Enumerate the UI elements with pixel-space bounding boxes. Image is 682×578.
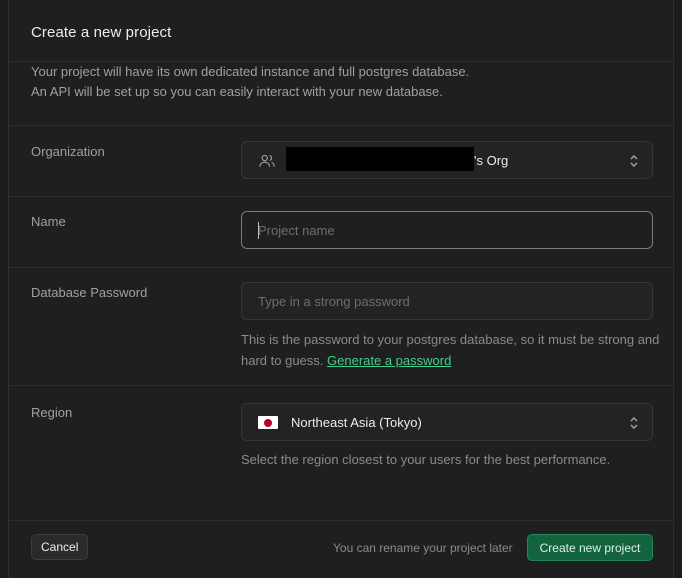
project-name-field[interactable] <box>241 211 653 249</box>
region-value: Northeast Asia (Tokyo) <box>291 415 422 430</box>
password-help: This is the password to your postgres da… <box>241 329 661 371</box>
create-project-button[interactable]: Create new project <box>527 534 653 561</box>
chevron-up-down-icon <box>630 416 638 430</box>
rename-note: You can rename your project later <box>333 541 513 555</box>
users-icon <box>259 154 275 167</box>
organization-row: Organization 's Org <box>9 126 673 197</box>
intro-line-2: An API will be set up so you can easily … <box>31 84 443 99</box>
japan-flag-icon <box>258 416 278 429</box>
region-row: Region Northeast Asia (Tokyo) Select the… <box>9 386 673 488</box>
dialog-header: Create a new project <box>9 0 673 62</box>
region-help: Select the region closest to your users … <box>241 452 611 467</box>
password-input[interactable] <box>242 283 652 319</box>
project-name-input[interactable] <box>242 212 652 248</box>
name-label: Name <box>31 214 66 229</box>
dialog-title: Create a new project <box>31 24 172 41</box>
create-project-dialog: Create a new project Your project will h… <box>8 0 674 578</box>
password-label: Database Password <box>31 285 148 300</box>
organization-label: Organization <box>31 144 105 159</box>
redacted-org-name <box>286 147 474 171</box>
region-select[interactable]: Northeast Asia (Tokyo) <box>241 403 653 441</box>
organization-select[interactable]: 's Org <box>241 141 653 179</box>
cancel-button[interactable]: Cancel <box>31 534 89 560</box>
generate-password-link[interactable]: Generate a password <box>327 353 451 368</box>
name-row: Name <box>9 197 673 268</box>
region-label: Region <box>31 405 73 420</box>
password-field[interactable] <box>241 282 653 320</box>
dialog-intro: Your project will have its own dedicated… <box>9 62 673 126</box>
password-row: Database Password This is the password t… <box>9 268 673 386</box>
intro-line-1: Your project will have its own dedicated… <box>31 64 470 79</box>
organization-name-suffix: 's Org <box>474 153 509 168</box>
text-caret <box>258 222 259 239</box>
chevron-up-down-icon <box>630 154 638 168</box>
dialog-footer: Cancel You can rename your project later… <box>9 520 673 578</box>
